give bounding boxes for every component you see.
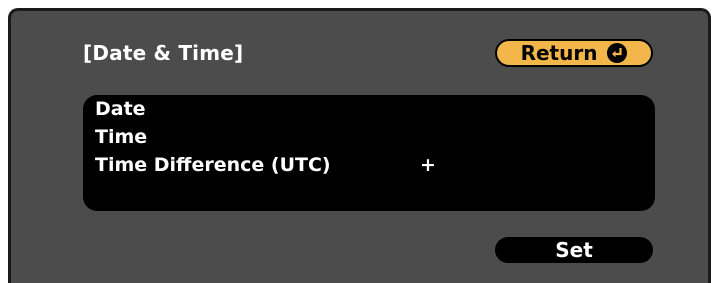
setting-value-time-difference[interactable]: + bbox=[420, 151, 436, 179]
setting-row-time-difference[interactable]: Time Difference (UTC) bbox=[95, 151, 331, 179]
set-button[interactable]: Set bbox=[495, 237, 653, 263]
setting-label-time: Time bbox=[95, 126, 148, 148]
enter-icon bbox=[607, 43, 628, 63]
setting-row-time[interactable]: Time bbox=[95, 123, 147, 151]
date-time-dialog: [Date & Time] Return Date Time Time Diff… bbox=[8, 8, 711, 283]
setting-row-date[interactable]: Date bbox=[95, 95, 146, 123]
return-button-label: Return bbox=[520, 41, 598, 65]
return-button[interactable]: Return bbox=[495, 39, 653, 67]
setting-label-time-difference: Time Difference (UTC) bbox=[95, 154, 331, 176]
dialog-title: [Date & Time] bbox=[83, 41, 244, 65]
setting-label-date: Date bbox=[95, 98, 146, 120]
set-button-label: Set bbox=[555, 238, 593, 262]
settings-list: Date Time Time Difference (UTC) + bbox=[83, 95, 655, 211]
